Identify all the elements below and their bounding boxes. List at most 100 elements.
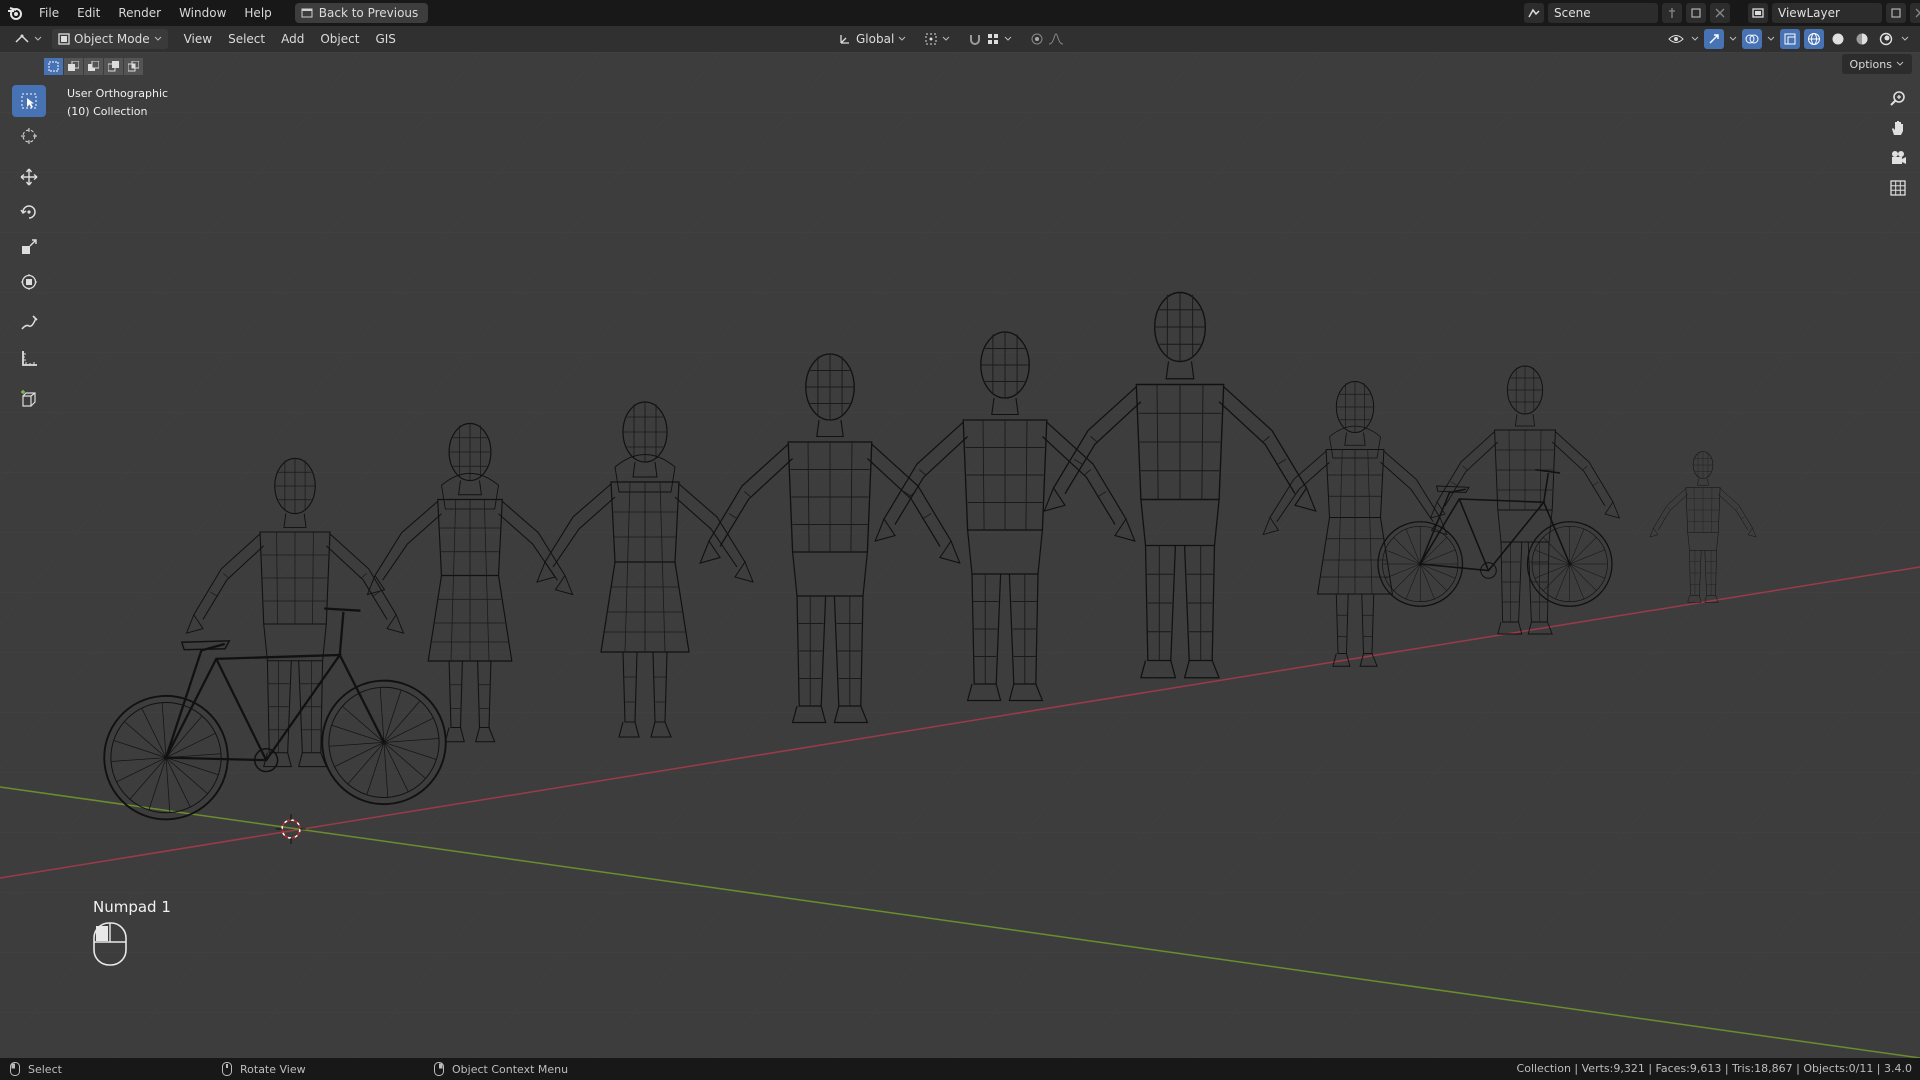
- menu-object[interactable]: Object: [312, 32, 367, 46]
- menu-render[interactable]: Render: [109, 0, 170, 26]
- view-layer-name: ViewLayer: [1778, 6, 1840, 20]
- chevron-down-icon[interactable]: [1900, 29, 1910, 49]
- delete-view-layer-icon[interactable]: [1910, 3, 1920, 23]
- transform-icon[interactable]: [12, 266, 46, 298]
- scene-selector-group: Scene ViewLayer: [1524, 3, 1920, 23]
- back-to-previous-button[interactable]: Back to Previous: [294, 3, 429, 23]
- scene-browse-button[interactable]: [1524, 3, 1544, 23]
- xray-toggle[interactable]: [1780, 29, 1800, 49]
- viewport-display-tools: [1666, 29, 1910, 49]
- measure-icon[interactable]: [12, 342, 46, 374]
- pivot-point-icon: [925, 33, 937, 45]
- viewport-info-overlay: User Orthographic (10) Collection: [67, 85, 168, 121]
- menu-view[interactable]: View: [176, 32, 220, 46]
- editor-type-button[interactable]: [8, 29, 48, 49]
- transform-tools-group: Global: [832, 29, 1070, 49]
- status-middle-hint: Rotate View: [222, 1062, 306, 1076]
- mode-dropdown[interactable]: Object Mode: [52, 29, 168, 49]
- status-left-hint: Select: [10, 1062, 62, 1076]
- shading-wireframe-button[interactable]: [1804, 29, 1824, 49]
- transform-orientation-dropdown[interactable]: Global: [832, 29, 912, 49]
- wireframe-sphere-icon: [1808, 33, 1820, 45]
- pivot-point-dropdown[interactable]: [918, 29, 956, 49]
- gizmo-icon: [1709, 34, 1719, 44]
- 3d-viewport[interactable]: User Orthographic (10) Collection Option…: [0, 52, 1920, 1058]
- view-layer-icon: [1752, 8, 1764, 18]
- menu-add[interactable]: Add: [273, 32, 312, 46]
- chevron-down-icon[interactable]: [1690, 29, 1700, 49]
- scale-icon[interactable]: [12, 231, 46, 263]
- menu-window[interactable]: Window: [170, 0, 235, 26]
- rotate-icon[interactable]: [12, 196, 46, 228]
- cursor-icon[interactable]: [12, 120, 46, 152]
- select-intersect-icon[interactable]: [124, 58, 143, 75]
- options-dropdown[interactable]: Options: [1841, 54, 1912, 74]
- camera-icon[interactable]: [1886, 146, 1910, 170]
- active-collection: (10) Collection: [67, 105, 148, 118]
- menu-edit[interactable]: Edit: [68, 0, 109, 26]
- mouse-middle-icon: [222, 1062, 232, 1076]
- shading-solid-button[interactable]: [1828, 29, 1848, 49]
- selection-mode-group: [44, 58, 143, 75]
- back-icon: [301, 8, 313, 18]
- grid-icon[interactable]: [1886, 176, 1910, 200]
- select-subtract-icon[interactable]: [84, 58, 103, 75]
- menu-gis[interactable]: GIS: [367, 32, 403, 46]
- scene-name-field[interactable]: Scene: [1548, 3, 1658, 23]
- options-label: Options: [1849, 57, 1892, 71]
- menu-select[interactable]: Select: [220, 32, 273, 46]
- rendered-sphere-icon: [1879, 32, 1893, 46]
- gizmo-toggle[interactable]: [1704, 29, 1724, 49]
- mouse-right-icon: [434, 1062, 444, 1076]
- chevron-down-icon: [1896, 61, 1904, 66]
- view-name: User Orthographic: [67, 87, 169, 100]
- chevron-down-icon: [898, 36, 906, 41]
- view-layer-browse-button[interactable]: [1748, 3, 1768, 23]
- status-right-hint: Object Context Menu: [434, 1062, 568, 1076]
- material-sphere-icon: [1856, 33, 1868, 45]
- annotate-icon[interactable]: [12, 307, 46, 339]
- navigation-gizmo: [1886, 86, 1910, 200]
- menu-file[interactable]: File: [30, 0, 68, 26]
- mouse-left-icon: [10, 1062, 20, 1076]
- xray-icon: [1784, 33, 1796, 45]
- chevron-down-icon[interactable]: [1728, 29, 1738, 49]
- 3d-viewport-icon: [15, 34, 29, 43]
- viewport-header: Object Mode View Select Add Object GIS G…: [0, 26, 1920, 52]
- proportional-editing-toggle[interactable]: [1024, 29, 1070, 49]
- snap-toggle[interactable]: [962, 29, 1018, 49]
- tool-shelf: [10, 85, 48, 418]
- zoom-icon[interactable]: [1886, 86, 1910, 110]
- orientation-axis-icon: [840, 35, 849, 44]
- new-view-layer-icon[interactable]: [1886, 3, 1906, 23]
- overlays-toggle[interactable]: [1742, 29, 1762, 49]
- view-layer-field[interactable]: ViewLayer: [1772, 3, 1882, 23]
- select-extend-icon[interactable]: [64, 58, 83, 75]
- scene-statistics: Collection | Verts:9,321 | Faces:9,613 |…: [1516, 1062, 1912, 1075]
- add-cube-icon[interactable]: [12, 383, 46, 415]
- scene-name: Scene: [1554, 6, 1591, 20]
- mode-label: Object Mode: [74, 32, 150, 46]
- shading-rendered-button[interactable]: [1876, 29, 1896, 49]
- shading-material-button[interactable]: [1852, 29, 1872, 49]
- pan-hand-icon[interactable]: [1886, 116, 1910, 140]
- status-right-action: Object Context Menu: [452, 1062, 569, 1076]
- select-new-icon[interactable]: [44, 58, 63, 75]
- visibility-dropdown[interactable]: [1666, 29, 1686, 49]
- transform-orientation-label: Global: [856, 32, 895, 46]
- eye-icon: [1668, 35, 1684, 43]
- pin-scene-icon[interactable]: [1662, 3, 1682, 23]
- chevron-down-icon[interactable]: [1766, 29, 1776, 49]
- status-bar: Select Rotate View Object Context Menu C…: [0, 1058, 1920, 1080]
- delete-scene-icon[interactable]: [1710, 3, 1730, 23]
- viewport-scene[interactable]: [0, 52, 1920, 1058]
- blender-logo-icon[interactable]: [0, 0, 30, 26]
- scene-icon: [1528, 8, 1540, 18]
- move-icon[interactable]: [12, 161, 46, 193]
- select-box-icon[interactable]: [12, 85, 46, 117]
- menu-help[interactable]: Help: [235, 0, 280, 26]
- chevron-down-icon: [942, 36, 950, 41]
- solid-sphere-icon: [1832, 33, 1844, 45]
- new-scene-icon[interactable]: [1686, 3, 1706, 23]
- select-invert-icon[interactable]: [104, 58, 123, 75]
